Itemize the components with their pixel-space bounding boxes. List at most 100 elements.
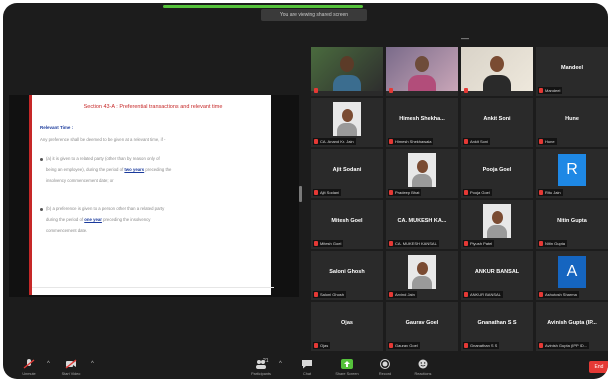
split-resize-handle[interactable] [299, 186, 302, 202]
participant-display-name: Gnanathan S S [477, 320, 517, 326]
profile-photo-body [337, 123, 357, 136]
participant-tile[interactable]: Piyush Patel [461, 200, 533, 249]
participant-tile[interactable] [461, 47, 533, 96]
participant-tile[interactable]: R Ritu Jain [536, 149, 608, 198]
profile-photo [483, 204, 511, 238]
mic-muted-icon [314, 88, 318, 93]
participants-options-chevron-icon[interactable]: ^ [279, 361, 282, 367]
slide-intro: Any preference shall be deemed to be giv… [40, 137, 166, 142]
mic-muted-icon [314, 241, 318, 246]
participant-face [340, 56, 354, 72]
participant-tile[interactable]: Ankit Soni Ankit Soni [461, 98, 533, 147]
mic-muted-icon [314, 190, 318, 195]
participant-tile[interactable]: CA. Anand Kr. Jain [311, 98, 383, 147]
participant-tile[interactable]: Avinish Gupta (IP... Avinish Gupta (IPP I… [536, 302, 608, 351]
profile-photo-face [492, 211, 503, 224]
video-options-chevron-icon[interactable]: ^ [91, 361, 94, 367]
mic-muted-icon [464, 190, 468, 195]
mic-muted-icon [464, 292, 468, 297]
participant-name-label: Pradeep Bhat [388, 189, 422, 196]
participant-tile[interactable] [311, 47, 383, 96]
record-icon [380, 359, 390, 369]
participant-tile[interactable]: Pooja Goel Pooja Goel [461, 149, 533, 198]
participant-tile[interactable]: Saloni Ghosh Saloni Ghosh [311, 251, 383, 300]
mic-muted-icon [464, 88, 468, 93]
participant-tile[interactable]: Nitin Gupta Nitin Gupta [536, 200, 608, 249]
start-video-label: Start Video [61, 372, 81, 376]
profile-photo-face [417, 160, 428, 173]
end-meeting-button[interactable]: End [589, 361, 608, 373]
participant-tile[interactable]: ANKUR BANSAL ANKUR BANSAL [461, 251, 533, 300]
participant-tile[interactable] [386, 47, 458, 96]
share-banner[interactable]: You are viewing shared screen [261, 9, 367, 21]
participant-display-name: ANKUR BANSAL [474, 269, 520, 275]
mic-muted-icon [389, 343, 393, 348]
participant-tile[interactable]: Ajit Sodani Ajit Sodani [311, 149, 383, 198]
slide-bullet-line: insolvency commencement date; or [46, 178, 114, 183]
participant-tile[interactable]: CA. MUKESH KA... CA. MUKESH KANSAL [386, 200, 458, 249]
participant-tile[interactable]: Pradeep Bhat [386, 149, 458, 198]
participant-face [490, 56, 504, 72]
participant-display-name: Nitin Gupta [557, 218, 587, 224]
participant-display-name: Hune [565, 116, 579, 122]
participant-name-label: CA. Anand Kr. Jain [313, 138, 356, 145]
profile-photo-body [412, 276, 432, 289]
participant-tile[interactable]: Mitesh Goel Mitesh Goel [311, 200, 383, 249]
mic-muted-icon [539, 139, 543, 144]
unmute-label: Unmute [22, 372, 36, 376]
unmute-button[interactable]: Unmute [7, 357, 51, 379]
profile-photo-body [412, 174, 432, 187]
meeting-toolbar: Unmute ^ Start Video ^ Participants 21 ^… [3, 355, 608, 379]
participant-name-label: Gnanathan S S [463, 342, 500, 349]
profile-photo [408, 153, 436, 187]
participant-name-label: Himesh Shekhawala [388, 138, 434, 145]
share-screen-icon [341, 359, 353, 369]
mic-muted-icon [314, 292, 318, 297]
profile-photo-face [342, 109, 353, 122]
chat-button[interactable]: Chat [285, 357, 329, 379]
participant-name-label: Avinish Gupta (IPP ID... [538, 342, 590, 349]
mic-muted-icon [464, 139, 468, 144]
profile-photo [333, 102, 361, 136]
participants-label: Participants [251, 372, 271, 376]
participant-tile[interactable]: Gnanathan S S Gnanathan S S [461, 302, 533, 351]
sharing-indicator-strip [163, 5, 363, 8]
letter-avatar: A [558, 256, 586, 288]
participants-button[interactable]: Participants [239, 357, 283, 379]
profile-photo-body [487, 225, 507, 238]
mic-muted-icon [539, 343, 543, 348]
reactions-icon [418, 359, 428, 369]
slide-bullet-line: (a) it is given to a related party (othe… [46, 156, 160, 161]
participant-name-label: Ashutosh Sharma [538, 291, 579, 298]
participant-display-name: Ajit Sodani [332, 167, 362, 173]
participant-video [386, 47, 458, 91]
bullet-dot-icon [40, 208, 43, 211]
mic-muted-icon [389, 292, 393, 297]
top-bar: You are viewing shared screen [3, 3, 608, 25]
mic-muted-icon [539, 190, 543, 195]
participant-tile[interactable]: Hune Hune [536, 98, 608, 147]
mic-muted-icon [539, 88, 543, 93]
participant-tile[interactable]: Himesh Shekha... Himesh Shekhawala [386, 98, 458, 147]
participant-display-name: Pooja Goel [482, 167, 512, 173]
participant-tile[interactable]: Mandeel Mandeel [536, 47, 608, 96]
bullet-dot-icon [40, 158, 43, 161]
participant-tile[interactable]: Arvind Jain [386, 251, 458, 300]
participant-body [408, 75, 436, 91]
mic-muted-icon [389, 88, 393, 93]
start-video-button[interactable]: Start Video [49, 357, 93, 379]
participant-face [415, 56, 429, 72]
participant-tile[interactable]: Gaurav Goel Gaurav Goel [386, 302, 458, 351]
slide-footer-rule [32, 287, 274, 288]
participant-tile[interactable]: A Ashutosh Sharma [536, 251, 608, 300]
participant-gallery: Mandeel Mandeel CA. Anand Kr. Jain Himesh S… [311, 47, 608, 351]
mic-muted-icon [314, 139, 318, 144]
chat-label: Chat [302, 372, 312, 376]
presentation-slide: Section 43-A : Preferential transactions… [29, 95, 274, 295]
collapse-gallery-button[interactable]: — [458, 34, 472, 44]
microphone-muted-icon [23, 359, 35, 369]
reactions-button[interactable]: Reactions [401, 357, 445, 379]
participant-display-name: Mitesh Goel [331, 218, 363, 224]
participant-tile[interactable]: Ojas Ojas [311, 302, 383, 351]
profile-photo-face [417, 262, 428, 275]
